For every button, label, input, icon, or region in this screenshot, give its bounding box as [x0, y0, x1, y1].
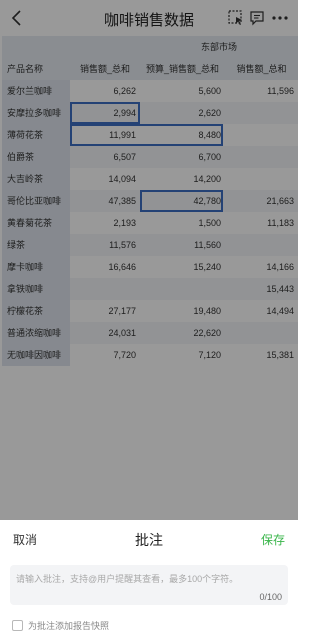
snapshot-checkbox[interactable]: [12, 619, 23, 631]
save-button[interactable]: 保存: [261, 531, 285, 548]
annotation-input-box: 0/100: [10, 565, 288, 605]
sheet-title: 批注: [135, 532, 163, 548]
annotation-input[interactable]: [10, 565, 288, 605]
modal-overlay[interactable]: [0, 0, 298, 520]
character-counter: 0/100: [259, 592, 282, 602]
snapshot-option[interactable]: 为批注添加报告快照: [12, 618, 109, 632]
annotation-sheet: 取消 批注 保存 0/100 为批注添加报告快照: [0, 520, 298, 641]
snapshot-checkbox-label: 为批注添加报告快照: [28, 620, 110, 631]
cancel-button[interactable]: 取消: [13, 531, 37, 548]
